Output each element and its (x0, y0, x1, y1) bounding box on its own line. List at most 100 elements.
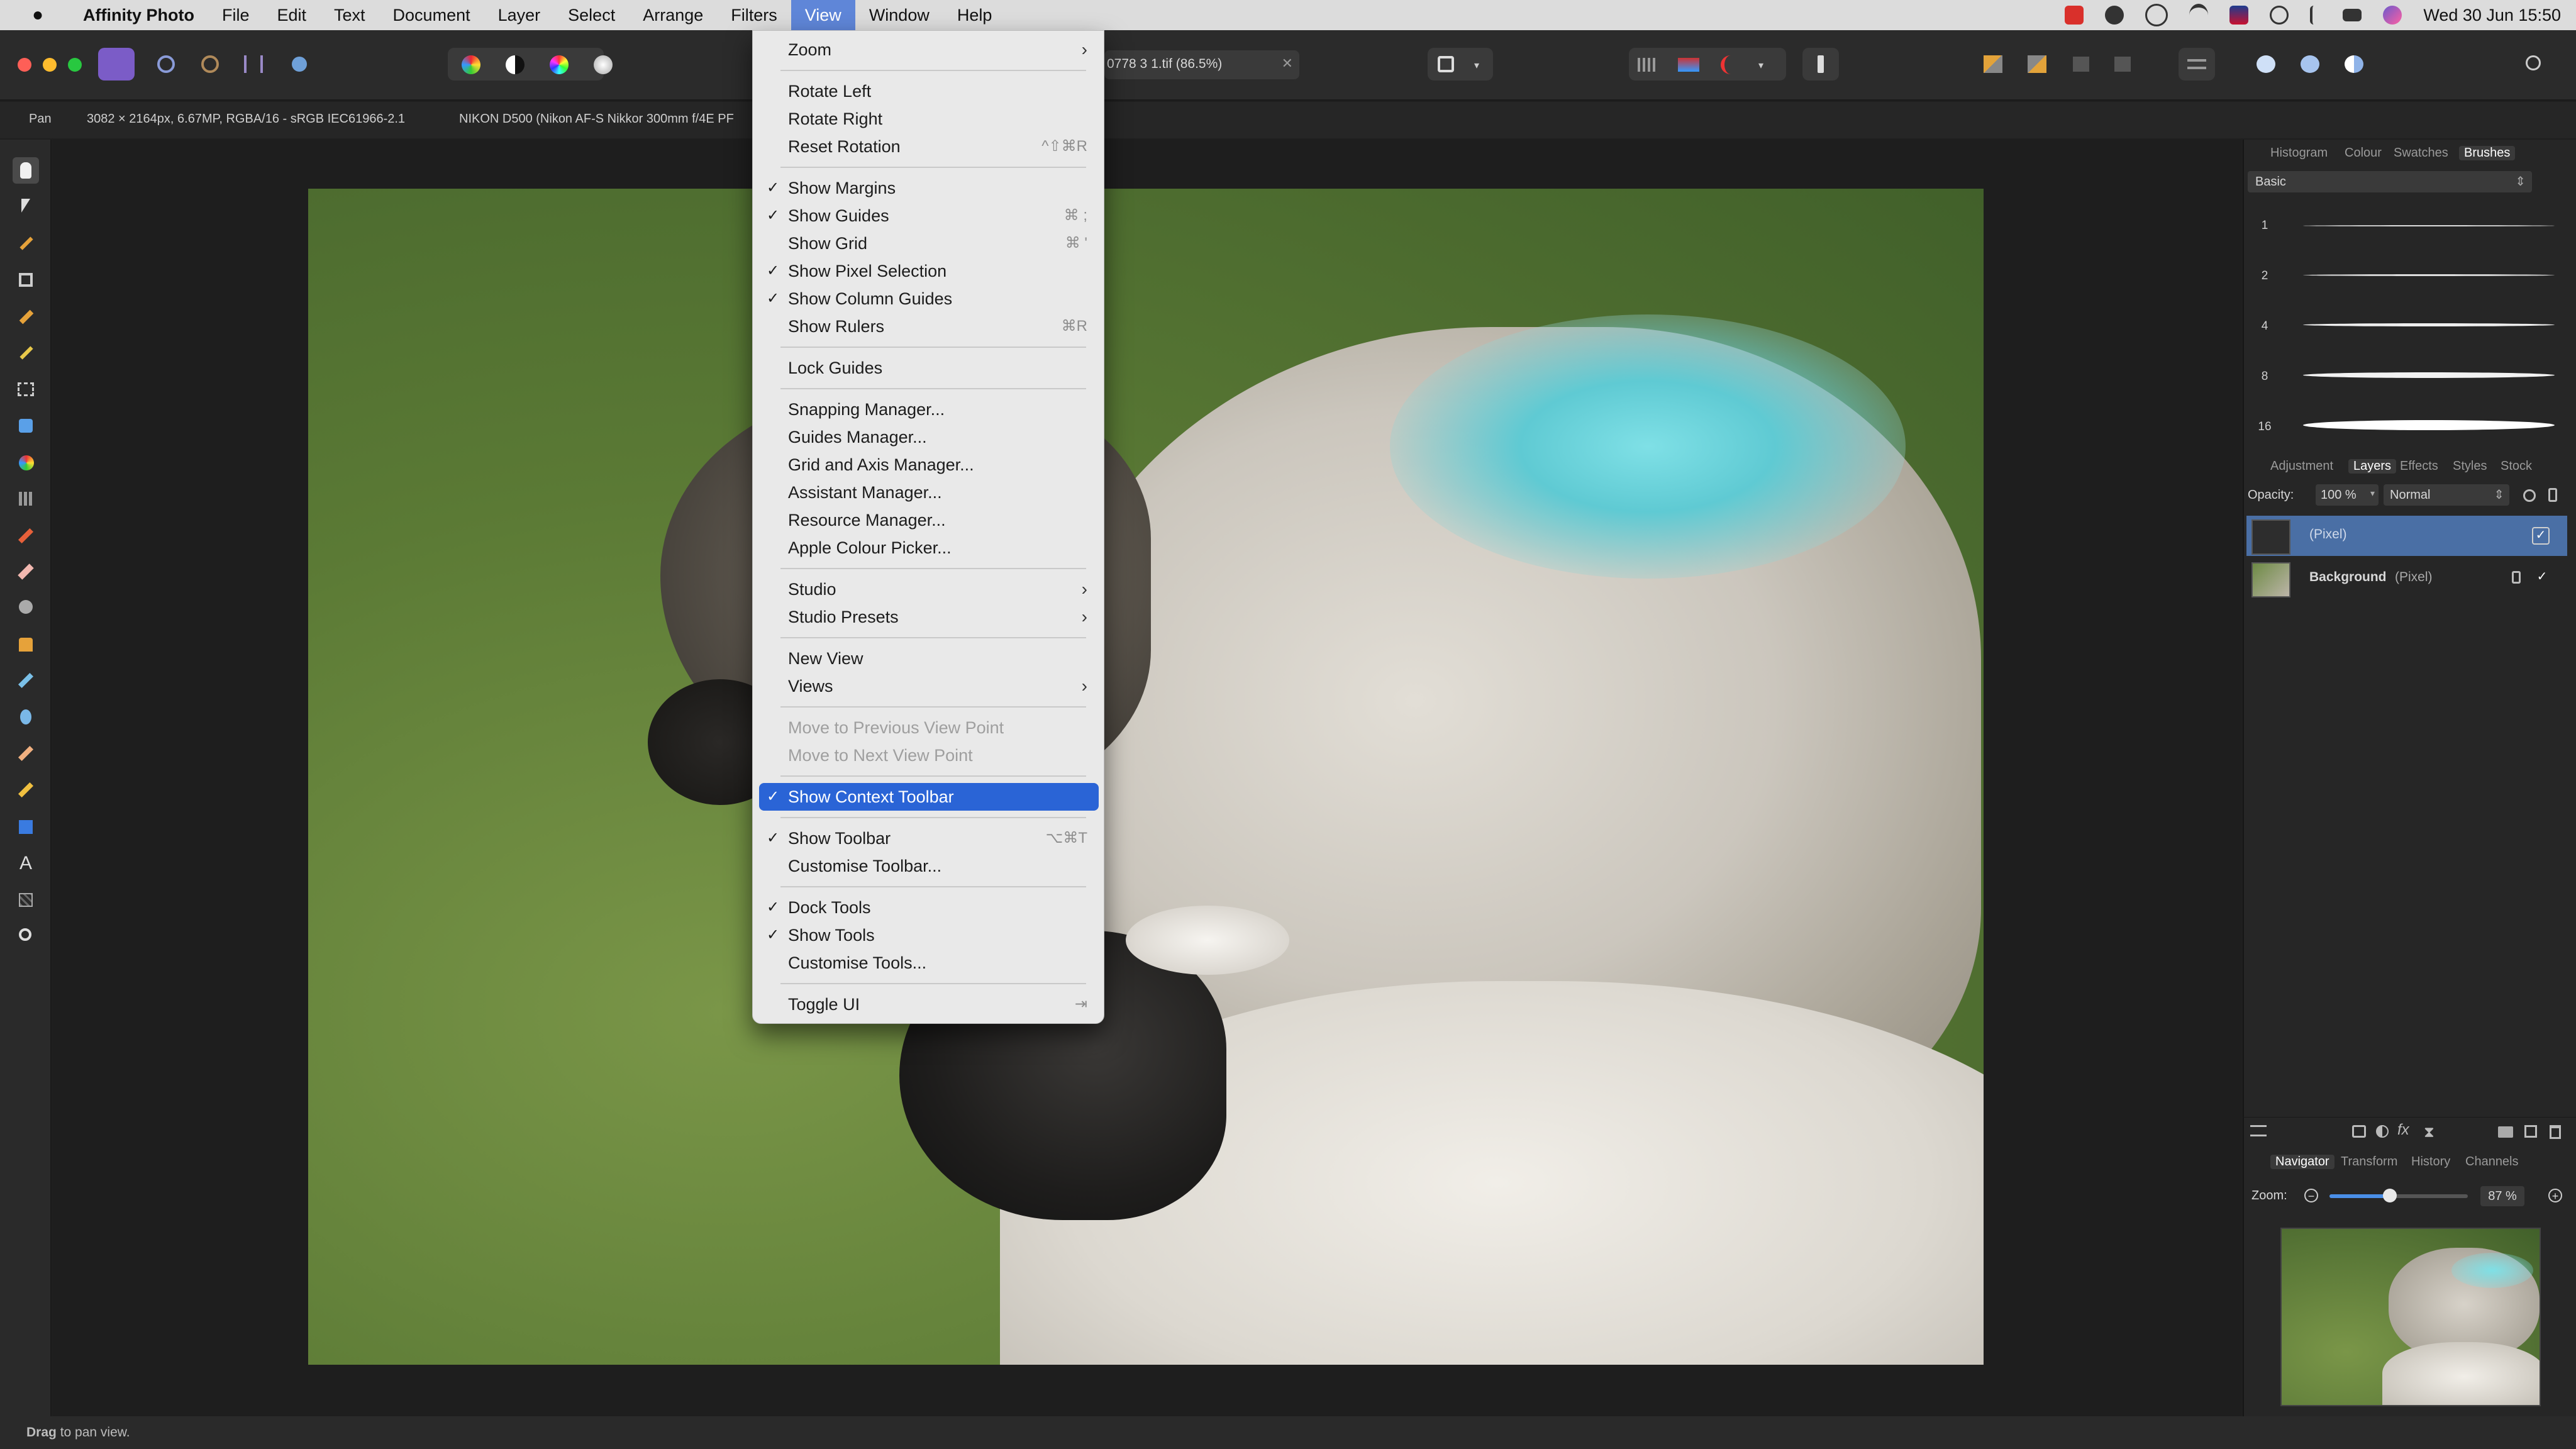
layers-stack-icon[interactable] (2250, 1125, 2267, 1136)
shield-icon[interactable] (2105, 6, 2124, 25)
marquee-tool-icon[interactable] (13, 376, 39, 402)
distribute-icon[interactable] (2104, 48, 2141, 80)
menu-item-show-margins[interactable]: ✓ Show Margins (759, 174, 1099, 202)
brush-preset-1[interactable]: 1 (2255, 208, 2570, 245)
dodge-tool-icon[interactable] (13, 595, 39, 621)
keyboard-flag-icon[interactable] (2229, 6, 2249, 25)
menu-item-rotate-left[interactable]: Rotate Left (759, 77, 1099, 105)
align-menu-button[interactable] (2179, 48, 2215, 80)
refine-selection-icon[interactable] (1638, 58, 1657, 72)
menu-item-show-rulers[interactable]: Show Rulers ⌘R (759, 313, 1099, 340)
menu-item-dock-tools[interactable]: ✓ Dock Tools (759, 894, 1099, 921)
erase-brush-icon[interactable] (13, 558, 39, 585)
photo-persona-icon[interactable] (98, 48, 135, 80)
tab-histogram[interactable]: Histogram (2270, 146, 2328, 160)
pin-button[interactable] (1802, 48, 1839, 80)
menu-item-zoom[interactable]: Zoom › (759, 36, 1099, 64)
menu-item-studio[interactable]: Studio › (759, 575, 1099, 603)
tab-history[interactable]: History (2411, 1155, 2450, 1169)
brush-preset-16[interactable]: 16 (2255, 409, 2570, 447)
menu-item-show-tools[interactable]: ✓ Show Tools (759, 921, 1099, 949)
zoom-value-field[interactable]: 87 % (2480, 1186, 2524, 1206)
menu-item-show-context-toolbar[interactable]: ✓ Show Context Toolbar (759, 783, 1099, 811)
paint-brush-icon[interactable] (13, 522, 39, 548)
hand-tool-icon[interactable] (13, 157, 39, 184)
adjustment-icon[interactable] (2376, 1125, 2389, 1138)
layer-row-pixel[interactable]: (Pixel) ✓ (2246, 516, 2567, 556)
folder-icon[interactable] (2498, 1126, 2513, 1138)
move-tool-icon[interactable] (13, 194, 39, 220)
flood-select-icon[interactable] (13, 340, 39, 366)
boolean-add-icon[interactable] (2248, 48, 2284, 80)
menu-item-show-grid[interactable]: Show Grid ⌘ ' (759, 230, 1099, 257)
tab-stock[interactable]: Stock (2501, 459, 2532, 474)
navigator-thumbnail[interactable] (2280, 1228, 2541, 1406)
snapping-icon[interactable] (1678, 58, 1699, 72)
arrange-forward-icon[interactable] (1975, 48, 2011, 80)
clock-datetime[interactable]: Wed 30 Jun 15:50 (2423, 6, 2561, 25)
chevron-down-icon[interactable]: ▾ (1758, 59, 1763, 72)
clone-stamp-icon[interactable] (13, 631, 39, 658)
menu-item-rotate-right[interactable]: Rotate Right (759, 105, 1099, 133)
account-icon[interactable] (2514, 48, 2551, 80)
pixel-grid-icon[interactable] (13, 486, 39, 512)
tab-swatches[interactable]: Swatches (2394, 146, 2448, 160)
document-image[interactable] (308, 189, 1984, 1365)
menu-item-reset-rotation[interactable]: Reset Rotation ^⇧⌘R (759, 133, 1099, 160)
menu-item-grid-and-axis-manager[interactable]: Grid and Axis Manager... (759, 451, 1099, 479)
rectangle-tool-icon[interactable] (13, 814, 39, 840)
menu-item-toggle-ui[interactable]: Toggle UI ⇥ (759, 991, 1099, 1018)
blend-mode-select[interactable]: Normal ⇕ (2384, 484, 2509, 506)
mask-icon[interactable] (2352, 1125, 2366, 1138)
search-icon[interactable] (2270, 6, 2289, 25)
tab-channels[interactable]: Channels (2465, 1155, 2519, 1169)
menu-item-snapping-manager[interactable]: Snapping Manager... (759, 396, 1099, 423)
develop-persona-icon[interactable] (191, 48, 228, 80)
tab-adjustment[interactable]: Adjustment (2270, 459, 2333, 474)
tab-effects[interactable]: Effects (2400, 459, 2438, 474)
menu-layer[interactable]: Layer (484, 0, 555, 30)
levels-icon[interactable] (462, 55, 480, 74)
liquify-persona-icon[interactable] (147, 48, 184, 80)
boolean-subtract-icon[interactable] (2292, 48, 2328, 80)
menu-filters[interactable]: Filters (717, 0, 791, 30)
close-window-button[interactable] (18, 58, 31, 72)
layer-visibility-checkbox[interactable]: ✓ (2532, 527, 2550, 545)
menu-file[interactable]: File (208, 0, 264, 30)
menu-item-show-guides[interactable]: ✓ Show Guides ⌘ ; (759, 202, 1099, 230)
quick-mask-button[interactable]: ▾ (1428, 48, 1493, 80)
magnet-icon[interactable] (1721, 55, 1741, 74)
gradient-tool-icon[interactable] (13, 449, 39, 475)
boolean-intersect-icon[interactable] (2336, 48, 2372, 80)
contrast-icon[interactable] (506, 55, 525, 74)
menu-item-show-toolbar[interactable]: ✓ Show Toolbar ⌥⌘T (759, 824, 1099, 852)
healing-brush-icon[interactable] (13, 668, 39, 694)
siri-icon[interactable] (2383, 6, 2402, 25)
smudge-brush-icon[interactable] (13, 741, 39, 767)
menu-item-resource-manager[interactable]: Resource Manager... (759, 506, 1099, 534)
align-icon[interactable] (2063, 48, 2099, 80)
layer-row-background[interactable]: Background (Pixel) ✓ (2246, 558, 2567, 599)
zoom-out-icon[interactable]: − (2304, 1189, 2318, 1202)
text-tool-icon[interactable]: A (13, 850, 39, 877)
blur-brush-icon[interactable] (13, 704, 39, 731)
menu-document[interactable]: Document (379, 0, 484, 30)
menu-edit[interactable]: Edit (263, 0, 320, 30)
menu-select[interactable]: Select (554, 0, 629, 30)
menu-item-customise-tools[interactable]: Customise Tools... (759, 949, 1099, 977)
brush-preset-2[interactable]: 2 (2255, 258, 2570, 296)
app-status-icon[interactable] (2065, 6, 2084, 25)
brush-preset-8[interactable]: 8 (2255, 358, 2570, 396)
lock-icon[interactable] (2548, 488, 2557, 502)
tab-layers[interactable]: Layers (2348, 459, 2397, 474)
selection-brush-icon[interactable] (13, 303, 39, 330)
menu-item-show-column-guides[interactable]: ✓ Show Column Guides (759, 285, 1099, 313)
bluetooth-icon[interactable] (2310, 6, 2321, 25)
zoom-slider-handle[interactable] (2382, 1189, 2397, 1202)
live-filter-icon[interactable]: ⧗ (2424, 1124, 2434, 1141)
zoom-in-icon[interactable]: + (2548, 1189, 2562, 1202)
tab-navigator[interactable]: Navigator (2270, 1155, 2334, 1169)
fx-icon[interactable]: fx (2397, 1121, 2409, 1139)
menu-item-assistant-manager[interactable]: Assistant Manager... (759, 479, 1099, 506)
menu-app-name[interactable]: Affinity Photo (70, 0, 208, 30)
